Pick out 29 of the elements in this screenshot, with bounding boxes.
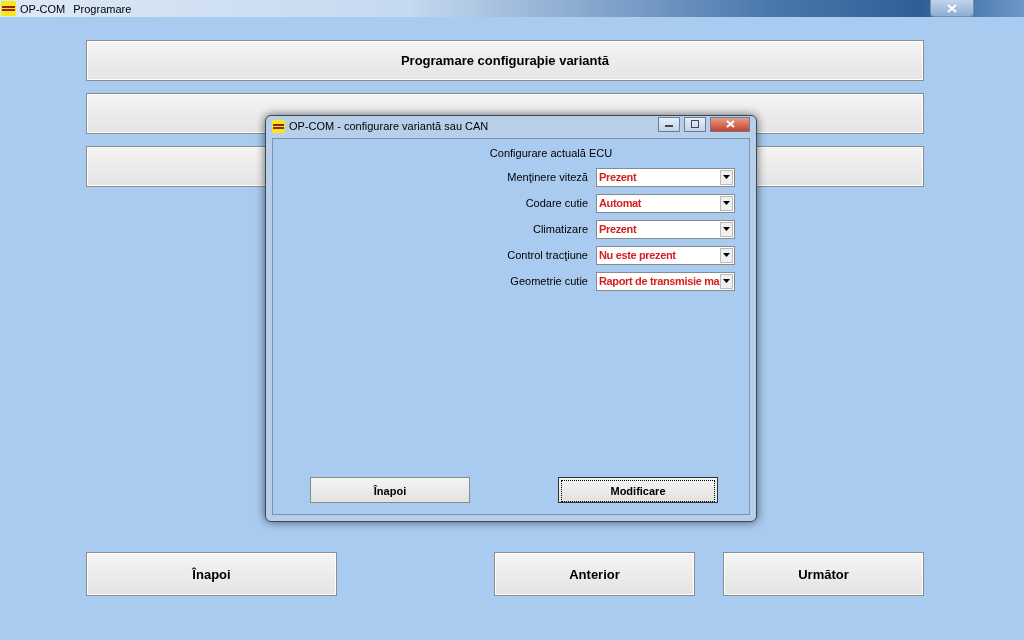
field-label: Codare cutie <box>525 197 588 209</box>
back-button[interactable]: Înapoi <box>86 552 337 596</box>
window-title: OP-COM <box>20 2 66 15</box>
back-button[interactable]: Înapoi <box>310 477 470 503</box>
dropdown-field[interactable]: Nu este prezent <box>596 245 735 265</box>
maximize-button[interactable] <box>684 116 706 132</box>
maximize-icon <box>691 120 699 128</box>
close-button[interactable] <box>710 116 750 132</box>
field-label: Control tracţiune <box>507 249 588 261</box>
field-label: Geometrie cutie <box>510 275 588 287</box>
field-label: Menţinere viteză <box>507 171 588 183</box>
close-button[interactable] <box>930 0 974 17</box>
app-logo-icon <box>272 119 285 133</box>
minimize-button[interactable] <box>658 116 680 132</box>
option-button[interactable]: Programare configuraþie variantă <box>86 40 924 81</box>
menu-item[interactable]: Programare <box>73 2 132 15</box>
app-logo-icon <box>1 1 16 16</box>
dropdown-field[interactable]: Prezent <box>596 219 735 239</box>
next-button[interactable]: Următor <box>723 552 924 596</box>
dropdown-field[interactable]: Raport de transmisie ma <box>596 271 735 291</box>
close-icon <box>725 120 735 128</box>
field-label: Climatizare <box>533 223 588 235</box>
section-heading: Configurare actuală ECU <box>488 147 614 161</box>
dialog-title: OP-COM - configurare variantă sau CAN <box>289 120 489 132</box>
close-icon <box>947 3 957 13</box>
dropdown-field[interactable]: Prezent <box>596 167 735 187</box>
previous-button[interactable]: Anterior <box>494 552 695 596</box>
modify-button[interactable]: Modificare <box>558 477 718 503</box>
dropdown-field[interactable]: Automat <box>596 193 735 213</box>
